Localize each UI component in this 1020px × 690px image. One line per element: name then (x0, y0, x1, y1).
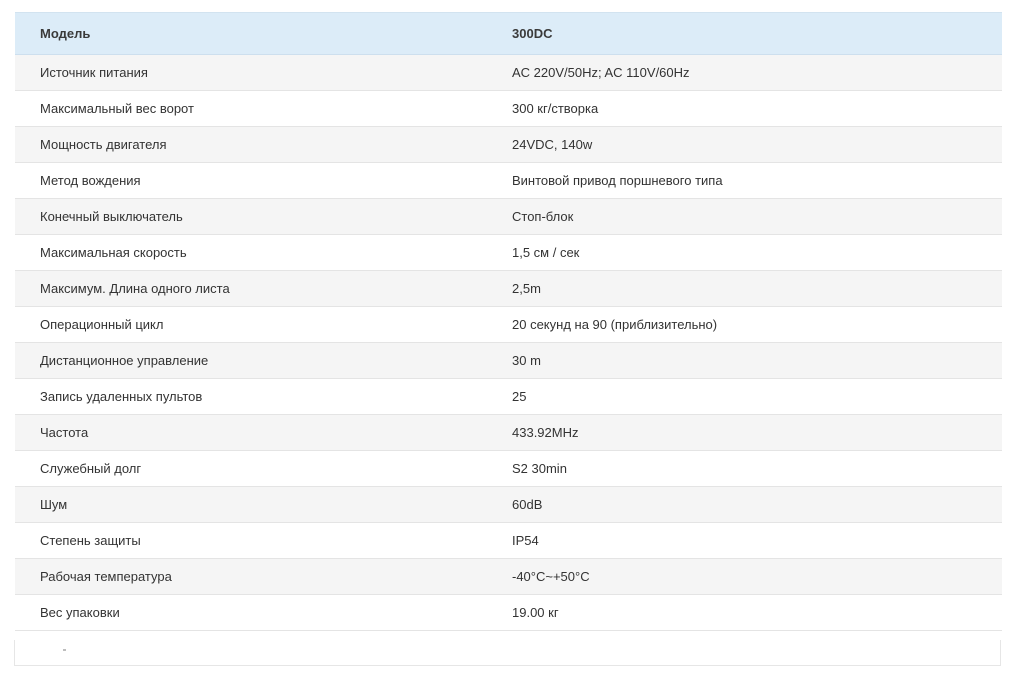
spec-label: Конечный выключатель (15, 198, 487, 235)
table-row: Операционный цикл 20 секунд на 90 (прибли… (15, 306, 1002, 343)
spec-label: Запись удаленных пультов (15, 378, 487, 415)
spec-table-header: Модель 300DC (15, 12, 1002, 55)
spec-label: Операционный цикл (15, 306, 487, 343)
table-row: Степень защиты IP54 (15, 522, 1002, 559)
spec-value: S2 30min (487, 450, 1002, 487)
spec-label: Частота (15, 414, 487, 451)
spec-value: 30 m (487, 342, 1002, 379)
spec-value: AC 220V/50Hz; AC 110V/60Hz (487, 54, 1002, 91)
table-row: Дистанционное управление 30 m (15, 342, 1002, 379)
spec-label: Мощность двигателя (15, 126, 487, 163)
table-row: Максимальная скорость 1,5 см / сек (15, 234, 1002, 271)
spec-value: 24VDC, 140w (487, 126, 1002, 163)
table-row: Источник питания AC 220V/50Hz; AC 110V/60… (15, 54, 1002, 91)
spec-value: Стоп-блок (487, 198, 1002, 235)
header-label-cell: Модель (15, 12, 487, 55)
spec-value: 433.92MHz (487, 414, 1002, 451)
spec-value: IP54 (487, 522, 1002, 559)
spec-label: Дистанционное управление (15, 342, 487, 379)
table-row: Запись удаленных пультов 25 (15, 378, 1002, 415)
spec-value: 1,5 см / сек (487, 234, 1002, 271)
spec-value: 25 (487, 378, 1002, 415)
spec-label: Служебный долг (15, 450, 487, 487)
spec-value: 20 секунд на 90 (приблизительно) (487, 306, 1002, 343)
table-row: Вес упаковки 19.00 кг (15, 594, 1002, 631)
spec-table-body: Источник питания AC 220V/50Hz; AC 110V/60… (15, 54, 1002, 631)
spec-value: Винтовой привод поршневого типа (487, 162, 1002, 199)
table-row: Мощность двигателя 24VDC, 140w (15, 126, 1002, 163)
header-row: Модель 300DC (15, 12, 1002, 55)
table-row: Метод вождения Винтовой привод поршневого… (15, 162, 1002, 199)
spec-label: Степень защиты (15, 522, 487, 559)
table-row: Служебный долг S2 30min (15, 450, 1002, 487)
spec-table: Модель 300DC Источник питания AC 220V/50H… (15, 12, 1002, 631)
spec-label: Рабочая температура (15, 558, 487, 595)
spec-value: 2,5m (487, 270, 1002, 307)
spec-label: Максимальный вес ворот (15, 90, 487, 127)
divider-mark (63, 649, 66, 651)
spec-label: Максимум. Длина одного листа (15, 270, 487, 307)
spec-value: 60dB (487, 486, 1002, 523)
table-row: Конечный выключатель Стоп-блок (15, 198, 1002, 235)
spec-label: Шум (15, 486, 487, 523)
spec-value: 19.00 кг (487, 594, 1002, 631)
table-row: Максимальный вес ворот 300 кг/створка (15, 90, 1002, 127)
table-row: Шум 60dB (15, 486, 1002, 523)
spec-label: Вес упаковки (15, 594, 487, 631)
table-row: Максимум. Длина одного листа 2,5m (15, 270, 1002, 307)
spec-label: Максимальная скорость (15, 234, 487, 271)
header-value-cell: 300DC (487, 12, 1002, 55)
content-frame-bottom (14, 640, 1001, 666)
table-row: Частота 433.92MHz (15, 414, 1002, 451)
spec-value: -40°C~+50°C (487, 558, 1002, 595)
spec-label: Источник питания (15, 54, 487, 91)
table-row: Рабочая температура -40°C~+50°C (15, 558, 1002, 595)
spec-label: Метод вождения (15, 162, 487, 199)
spec-value: 300 кг/створка (487, 90, 1002, 127)
